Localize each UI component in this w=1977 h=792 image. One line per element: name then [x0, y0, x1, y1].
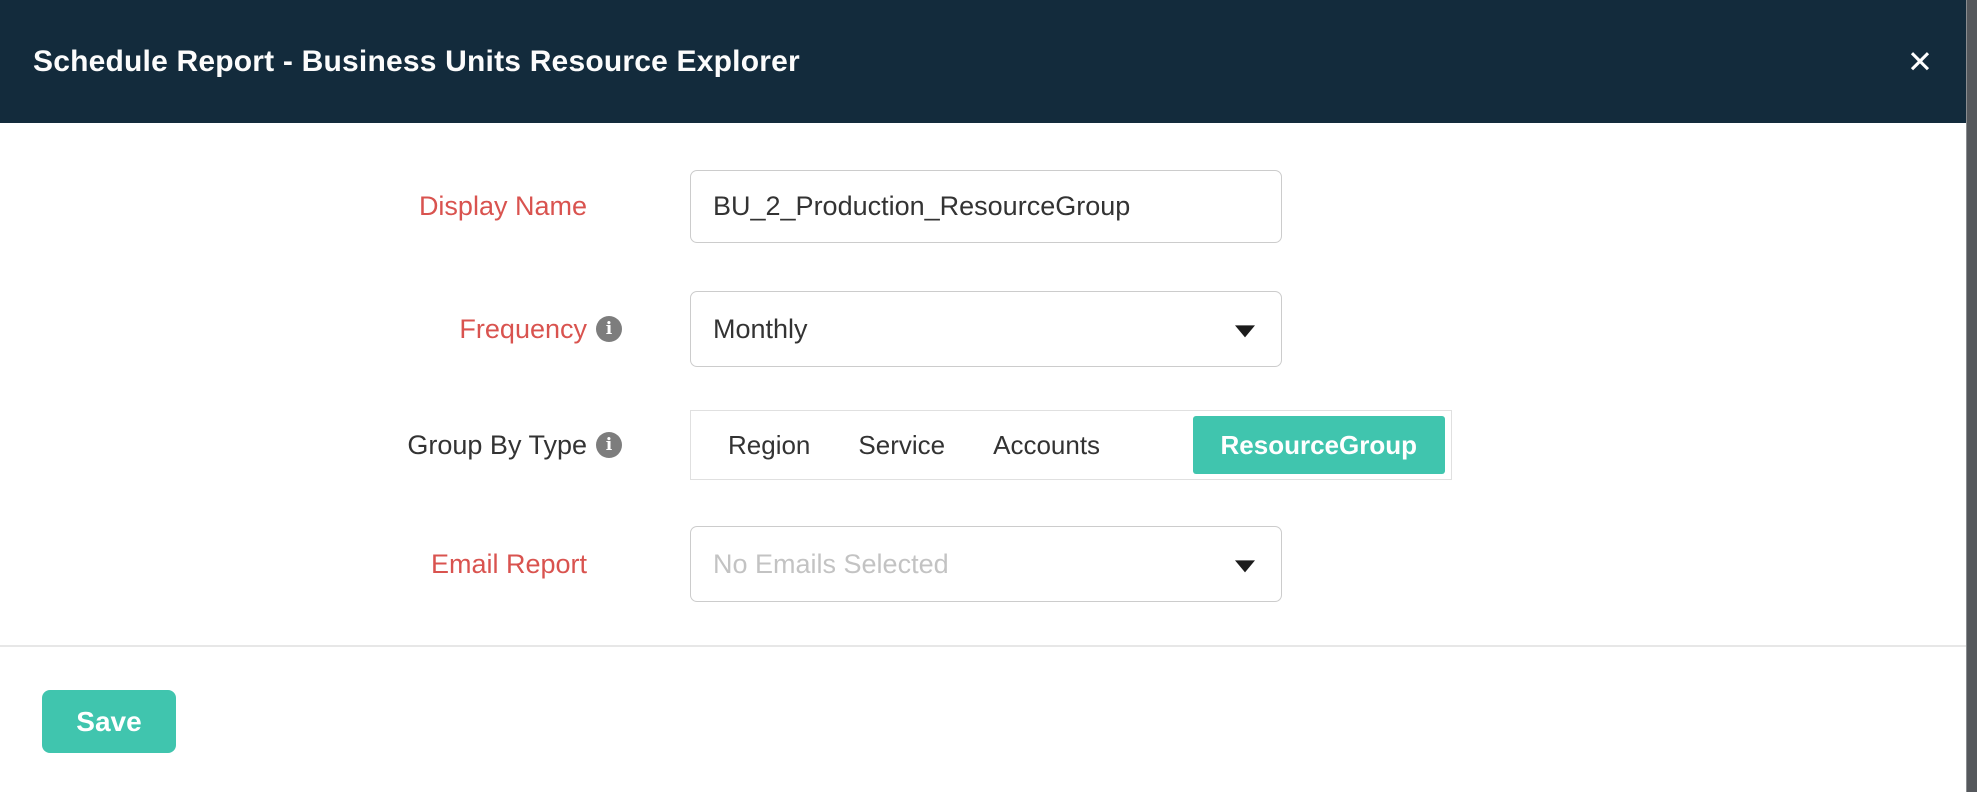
frequency-info-icon[interactable]: i: [596, 316, 622, 342]
save-button[interactable]: Save: [42, 690, 176, 753]
frequency-row: Frequency i Monthly: [0, 291, 1966, 367]
display-name-label-wrap: Display Name: [0, 191, 622, 222]
display-name-label: Display Name: [419, 191, 587, 222]
frequency-control: Monthly: [690, 291, 1282, 367]
email-report-placeholder: No Emails Selected: [713, 549, 949, 580]
chevron-down-icon: [1235, 325, 1255, 337]
email-report-row: Email Report No Emails Selected: [0, 526, 1966, 602]
segment-option-service[interactable]: Service: [834, 416, 969, 474]
frequency-selected-value: Monthly: [713, 314, 808, 345]
right-edge-strip: [1966, 0, 1977, 792]
group-by-type-control: Region Service Accounts ResourceGroup: [690, 410, 1452, 480]
screen: Schedule Report - Business Units Resourc…: [0, 0, 1977, 792]
modal-header: Schedule Report - Business Units Resourc…: [0, 0, 1966, 123]
email-report-select[interactable]: No Emails Selected: [690, 526, 1282, 602]
schedule-report-modal: Schedule Report - Business Units Resourc…: [0, 0, 1966, 792]
frequency-label-wrap: Frequency i: [0, 314, 622, 345]
frequency-select[interactable]: Monthly: [690, 291, 1282, 367]
group-by-type-row: Group By Type i Region Service Accounts …: [0, 410, 1966, 480]
page-title: Schedule Report - Business Units Resourc…: [33, 45, 800, 79]
display-name-row: Display Name: [0, 170, 1966, 243]
email-report-label-wrap: Email Report: [0, 549, 622, 580]
modal-footer: Save: [0, 647, 1966, 753]
chevron-down-icon: [1235, 560, 1255, 572]
segment-option-resourcegroup-selected[interactable]: ResourceGroup: [1193, 416, 1446, 474]
group-by-type-label: Group By Type: [407, 430, 587, 461]
frequency-label: Frequency: [459, 314, 587, 345]
segment-option-accounts[interactable]: Accounts: [969, 416, 1124, 474]
modal-body: Display Name Frequency i Monthly: [0, 123, 1966, 602]
display-name-input[interactable]: [690, 170, 1282, 243]
segment-option-region[interactable]: Region: [704, 416, 834, 474]
email-report-control: No Emails Selected: [690, 526, 1282, 602]
group-by-type-label-wrap: Group By Type i: [0, 430, 622, 461]
group-by-type-info-icon[interactable]: i: [596, 432, 622, 458]
close-icon[interactable]: ✕: [1907, 46, 1933, 77]
group-by-type-segmented-control: Region Service Accounts ResourceGroup: [690, 410, 1452, 480]
display-name-control: [690, 170, 1282, 243]
email-report-label: Email Report: [431, 549, 587, 580]
